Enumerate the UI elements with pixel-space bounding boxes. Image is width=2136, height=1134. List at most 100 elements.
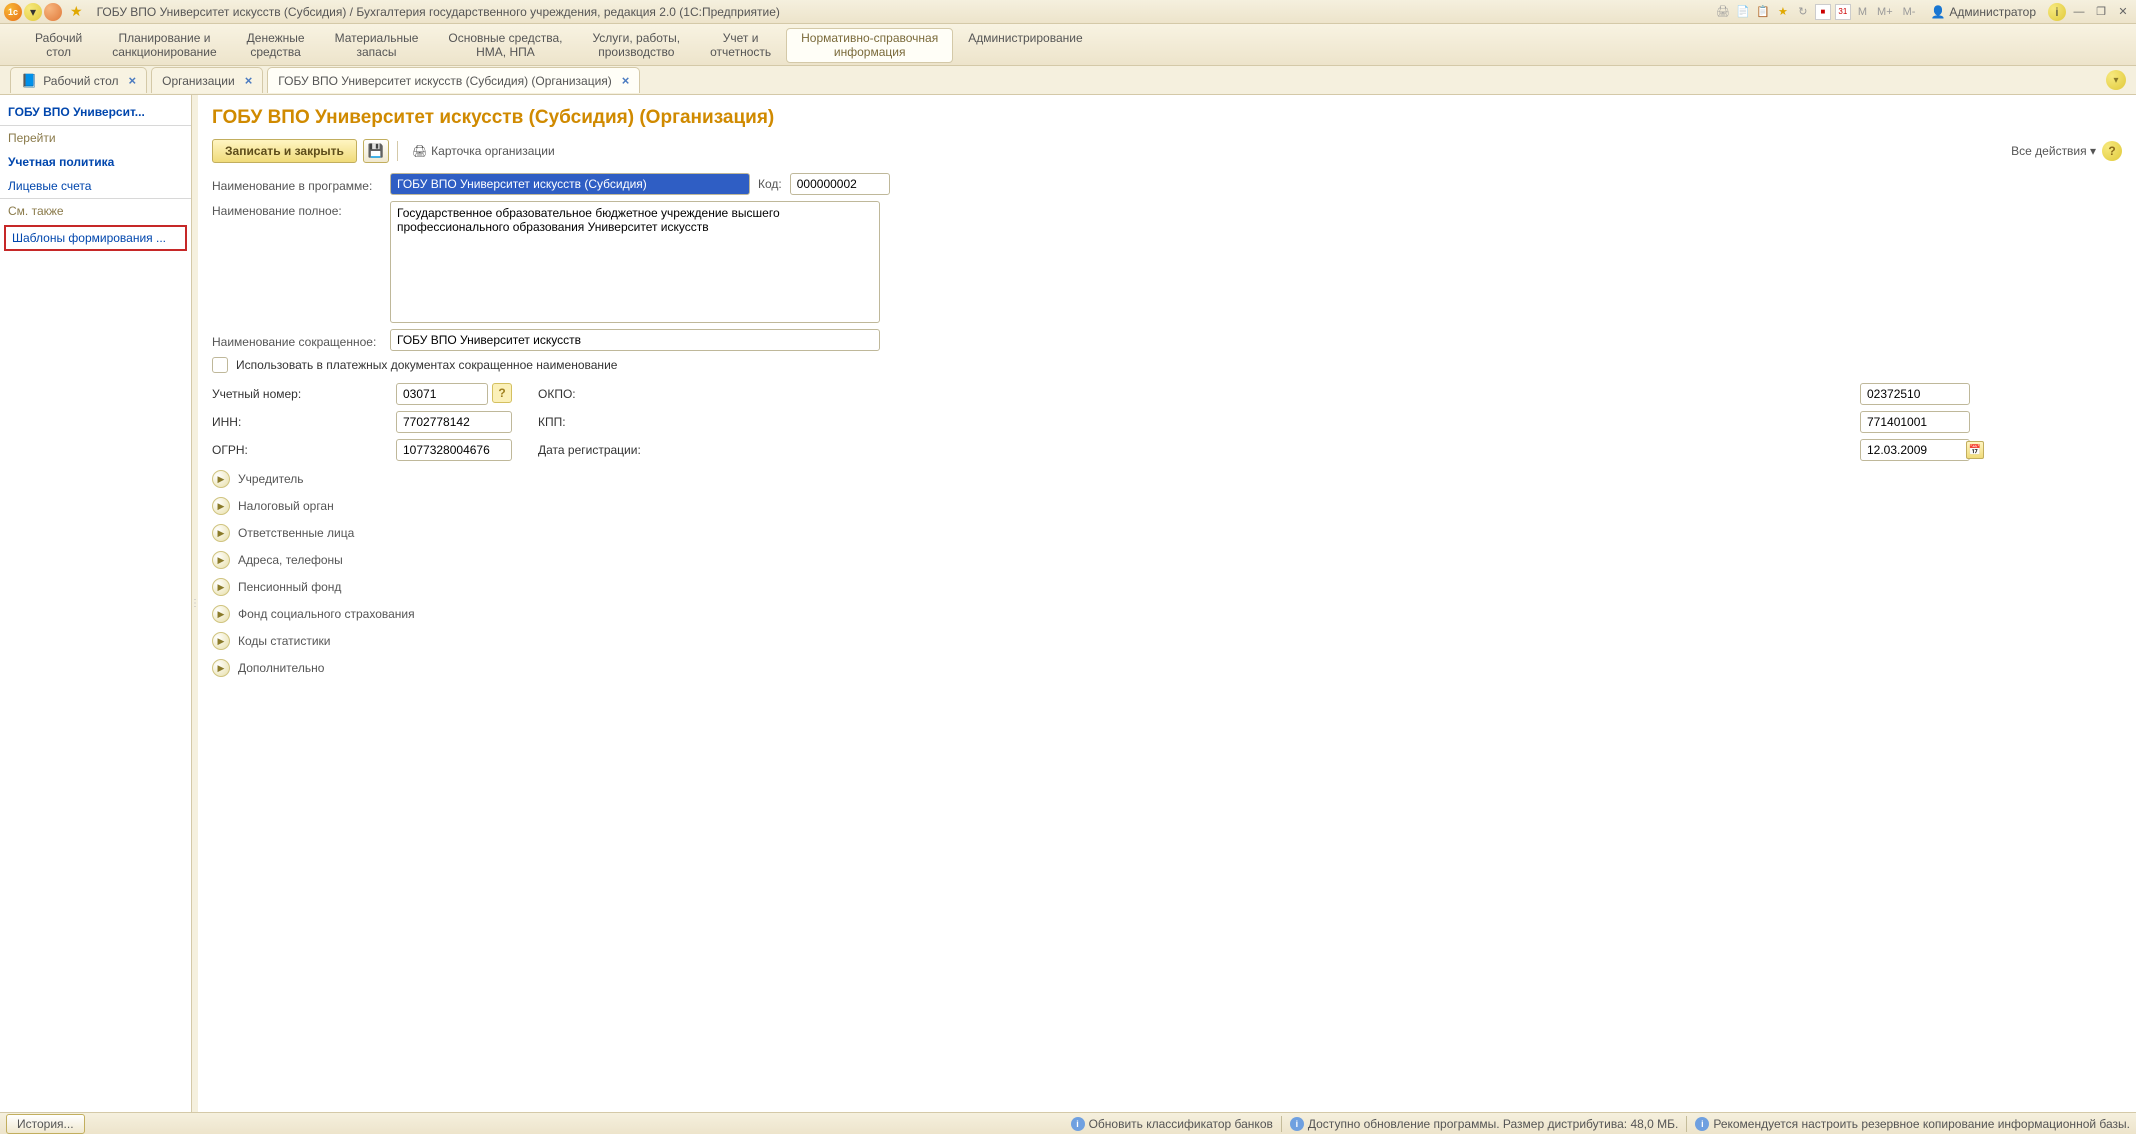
- expander-tax[interactable]: ▶Налоговый орган: [212, 497, 2122, 515]
- window-minimize[interactable]: —: [2070, 4, 2088, 20]
- label-okpo: ОКПО:: [538, 387, 1854, 401]
- label-reg-date: Дата регистрации:: [538, 443, 1854, 457]
- mm-cash[interactable]: Денежныесредства: [232, 28, 320, 63]
- input-ogrn[interactable]: [396, 439, 512, 461]
- expander-stats[interactable]: ▶Коды статистики: [212, 632, 2122, 650]
- expander-social[interactable]: ▶Фонд социального страхования: [212, 605, 2122, 623]
- print-icon[interactable]: 🖨: [1715, 4, 1731, 20]
- mm-reference[interactable]: Нормативно-справочнаяинформация: [786, 28, 953, 63]
- sp-link-accounts[interactable]: Лицевые счета: [0, 174, 191, 198]
- status-update-banks[interactable]: iОбновить классификатор банков: [1071, 1117, 1273, 1131]
- checkbox-use-short[interactable]: [212, 357, 228, 373]
- sp-title: ГОБУ ВПО Университ...: [0, 95, 191, 125]
- mm-materials[interactable]: Материальныезапасы: [320, 28, 434, 63]
- label-ogrn: ОГРН:: [212, 443, 390, 457]
- tab-desktop[interactable]: 📘 Рабочий стол ×: [10, 67, 147, 93]
- input-reg-date[interactable]: [1860, 439, 1970, 461]
- nav-down-icon[interactable]: ▾: [24, 3, 42, 21]
- user-icon: 👤: [1930, 5, 1945, 19]
- status-backup-recommendation[interactable]: iРекомендуется настроить резервное копир…: [1695, 1117, 2130, 1131]
- chevron-right-icon: ▶: [212, 632, 230, 650]
- tabs-dropdown[interactable]: ▾: [2106, 70, 2126, 90]
- desktop-icon: 📘: [21, 73, 37, 89]
- chevron-right-icon: ▶: [212, 578, 230, 596]
- status-bar: История... iОбновить классификатор банко…: [0, 1112, 2136, 1134]
- main-form: ГОБУ ВПО Университет искусств (Субсидия)…: [198, 95, 2136, 1112]
- chevron-right-icon: ▶: [212, 605, 230, 623]
- chevron-right-icon: ▶: [212, 470, 230, 488]
- doc-icon[interactable]: 📄: [1735, 4, 1751, 20]
- expander-additional[interactable]: ▶Дополнительно: [212, 659, 2122, 677]
- mm-services[interactable]: Услуги, работы,производство: [577, 28, 695, 63]
- main-menu: Рабочийстол Планирование исанкционирован…: [0, 24, 2136, 66]
- app-icon[interactable]: 1c: [4, 3, 22, 21]
- save-close-button[interactable]: Записать и закрыть: [212, 139, 357, 163]
- tab-organizations[interactable]: Организации ×: [151, 67, 263, 93]
- tab-strip: 📘 Рабочий стол × Организации × ГОБУ ВПО …: [0, 66, 2136, 94]
- history-button[interactable]: История...: [6, 1114, 85, 1134]
- star-icon[interactable]: ★: [70, 3, 83, 20]
- print-icon: 🖨: [412, 144, 427, 158]
- tab-current-org[interactable]: ГОБУ ВПО Университет искусств (Субсидия)…: [267, 67, 640, 93]
- nav-dot-icon[interactable]: [44, 3, 62, 21]
- input-okpo[interactable]: [1860, 383, 1970, 405]
- mm-desktop[interactable]: Рабочийстол: [20, 28, 97, 63]
- info-icon[interactable]: i: [2048, 3, 2066, 21]
- label-name-prog: Наименование в программе:: [212, 176, 390, 193]
- input-name-short[interactable]: [390, 329, 880, 351]
- expander-founder[interactable]: ▶Учредитель: [212, 470, 2122, 488]
- label-use-short: Использовать в платежных документах сокр…: [236, 358, 617, 372]
- label-inn: ИНН:: [212, 415, 390, 429]
- sp-goto-header: Перейти: [0, 126, 191, 150]
- sp-seealso-header: См. также: [0, 199, 191, 223]
- expander-responsible[interactable]: ▶Ответственные лица: [212, 524, 2122, 542]
- chevron-right-icon: ▶: [212, 497, 230, 515]
- close-icon[interactable]: ×: [245, 73, 253, 88]
- mm-assets[interactable]: Основные средства,НМА, НПА: [433, 28, 577, 63]
- close-icon[interactable]: ×: [622, 73, 630, 88]
- input-inn[interactable]: [396, 411, 512, 433]
- input-acc-num[interactable]: [396, 383, 488, 405]
- save-icon[interactable]: 💾: [363, 139, 389, 163]
- mem-mplus[interactable]: M+: [1874, 6, 1896, 18]
- sp-link-accounting-policy[interactable]: Учетная политика: [0, 150, 191, 174]
- input-code[interactable]: [790, 173, 890, 195]
- label-code: Код:: [758, 177, 782, 191]
- mm-planning[interactable]: Планирование исанкционирование: [97, 28, 231, 63]
- label-acc-num: Учетный номер:: [212, 387, 390, 401]
- input-kpp[interactable]: [1860, 411, 1970, 433]
- mem-m[interactable]: M: [1855, 6, 1870, 18]
- close-icon[interactable]: ×: [129, 73, 137, 88]
- help-acc-num[interactable]: ?: [492, 383, 512, 403]
- status-update-available[interactable]: iДоступно обновление программы. Размер д…: [1290, 1117, 1678, 1131]
- titlebar: 1c ▾ ★ ГОБУ ВПО Университет искусств (Су…: [0, 0, 2136, 24]
- calendar-icon[interactable]: 📅: [1966, 441, 1984, 459]
- all-actions-dropdown[interactable]: Все действия ▾: [2011, 144, 2096, 158]
- window-title: ГОБУ ВПО Университет искусств (Субсидия)…: [97, 5, 780, 19]
- calendar2-icon[interactable]: 31: [1835, 4, 1851, 20]
- copy-icon[interactable]: 📋: [1755, 4, 1771, 20]
- sp-link-templates[interactable]: Шаблоны формирования ...: [4, 225, 187, 251]
- fav-star-icon[interactable]: ★: [1775, 4, 1791, 20]
- chevron-right-icon: ▶: [212, 551, 230, 569]
- input-name-prog[interactable]: [390, 173, 750, 195]
- window-restore[interactable]: ❐: [2092, 4, 2110, 20]
- label-name-full: Наименование полное:: [212, 201, 390, 218]
- input-name-full[interactable]: [390, 201, 880, 323]
- mem-mminus[interactable]: M-: [1900, 6, 1919, 18]
- info-icon: i: [1071, 1117, 1085, 1131]
- refresh-icon[interactable]: ↻: [1795, 4, 1811, 20]
- info-icon: i: [1290, 1117, 1304, 1131]
- calendar1-icon[interactable]: ■: [1815, 4, 1831, 20]
- window-close[interactable]: ✕: [2114, 4, 2132, 20]
- chevron-right-icon: ▶: [212, 659, 230, 677]
- content-area: ГОБУ ВПО Университ... Перейти Учетная по…: [0, 94, 2136, 1112]
- expander-addresses[interactable]: ▶Адреса, телефоны: [212, 551, 2122, 569]
- help-button[interactable]: ?: [2102, 141, 2122, 161]
- expander-pension[interactable]: ▶Пенсионный фонд: [212, 578, 2122, 596]
- mm-accounting[interactable]: Учет иотчетность: [695, 28, 786, 63]
- org-card-button[interactable]: 🖨 Карточка организации: [406, 141, 561, 161]
- info-icon: i: [1695, 1117, 1709, 1131]
- mm-admin[interactable]: Администрирование: [953, 28, 1097, 48]
- current-user[interactable]: 👤 Администратор: [1930, 5, 2036, 19]
